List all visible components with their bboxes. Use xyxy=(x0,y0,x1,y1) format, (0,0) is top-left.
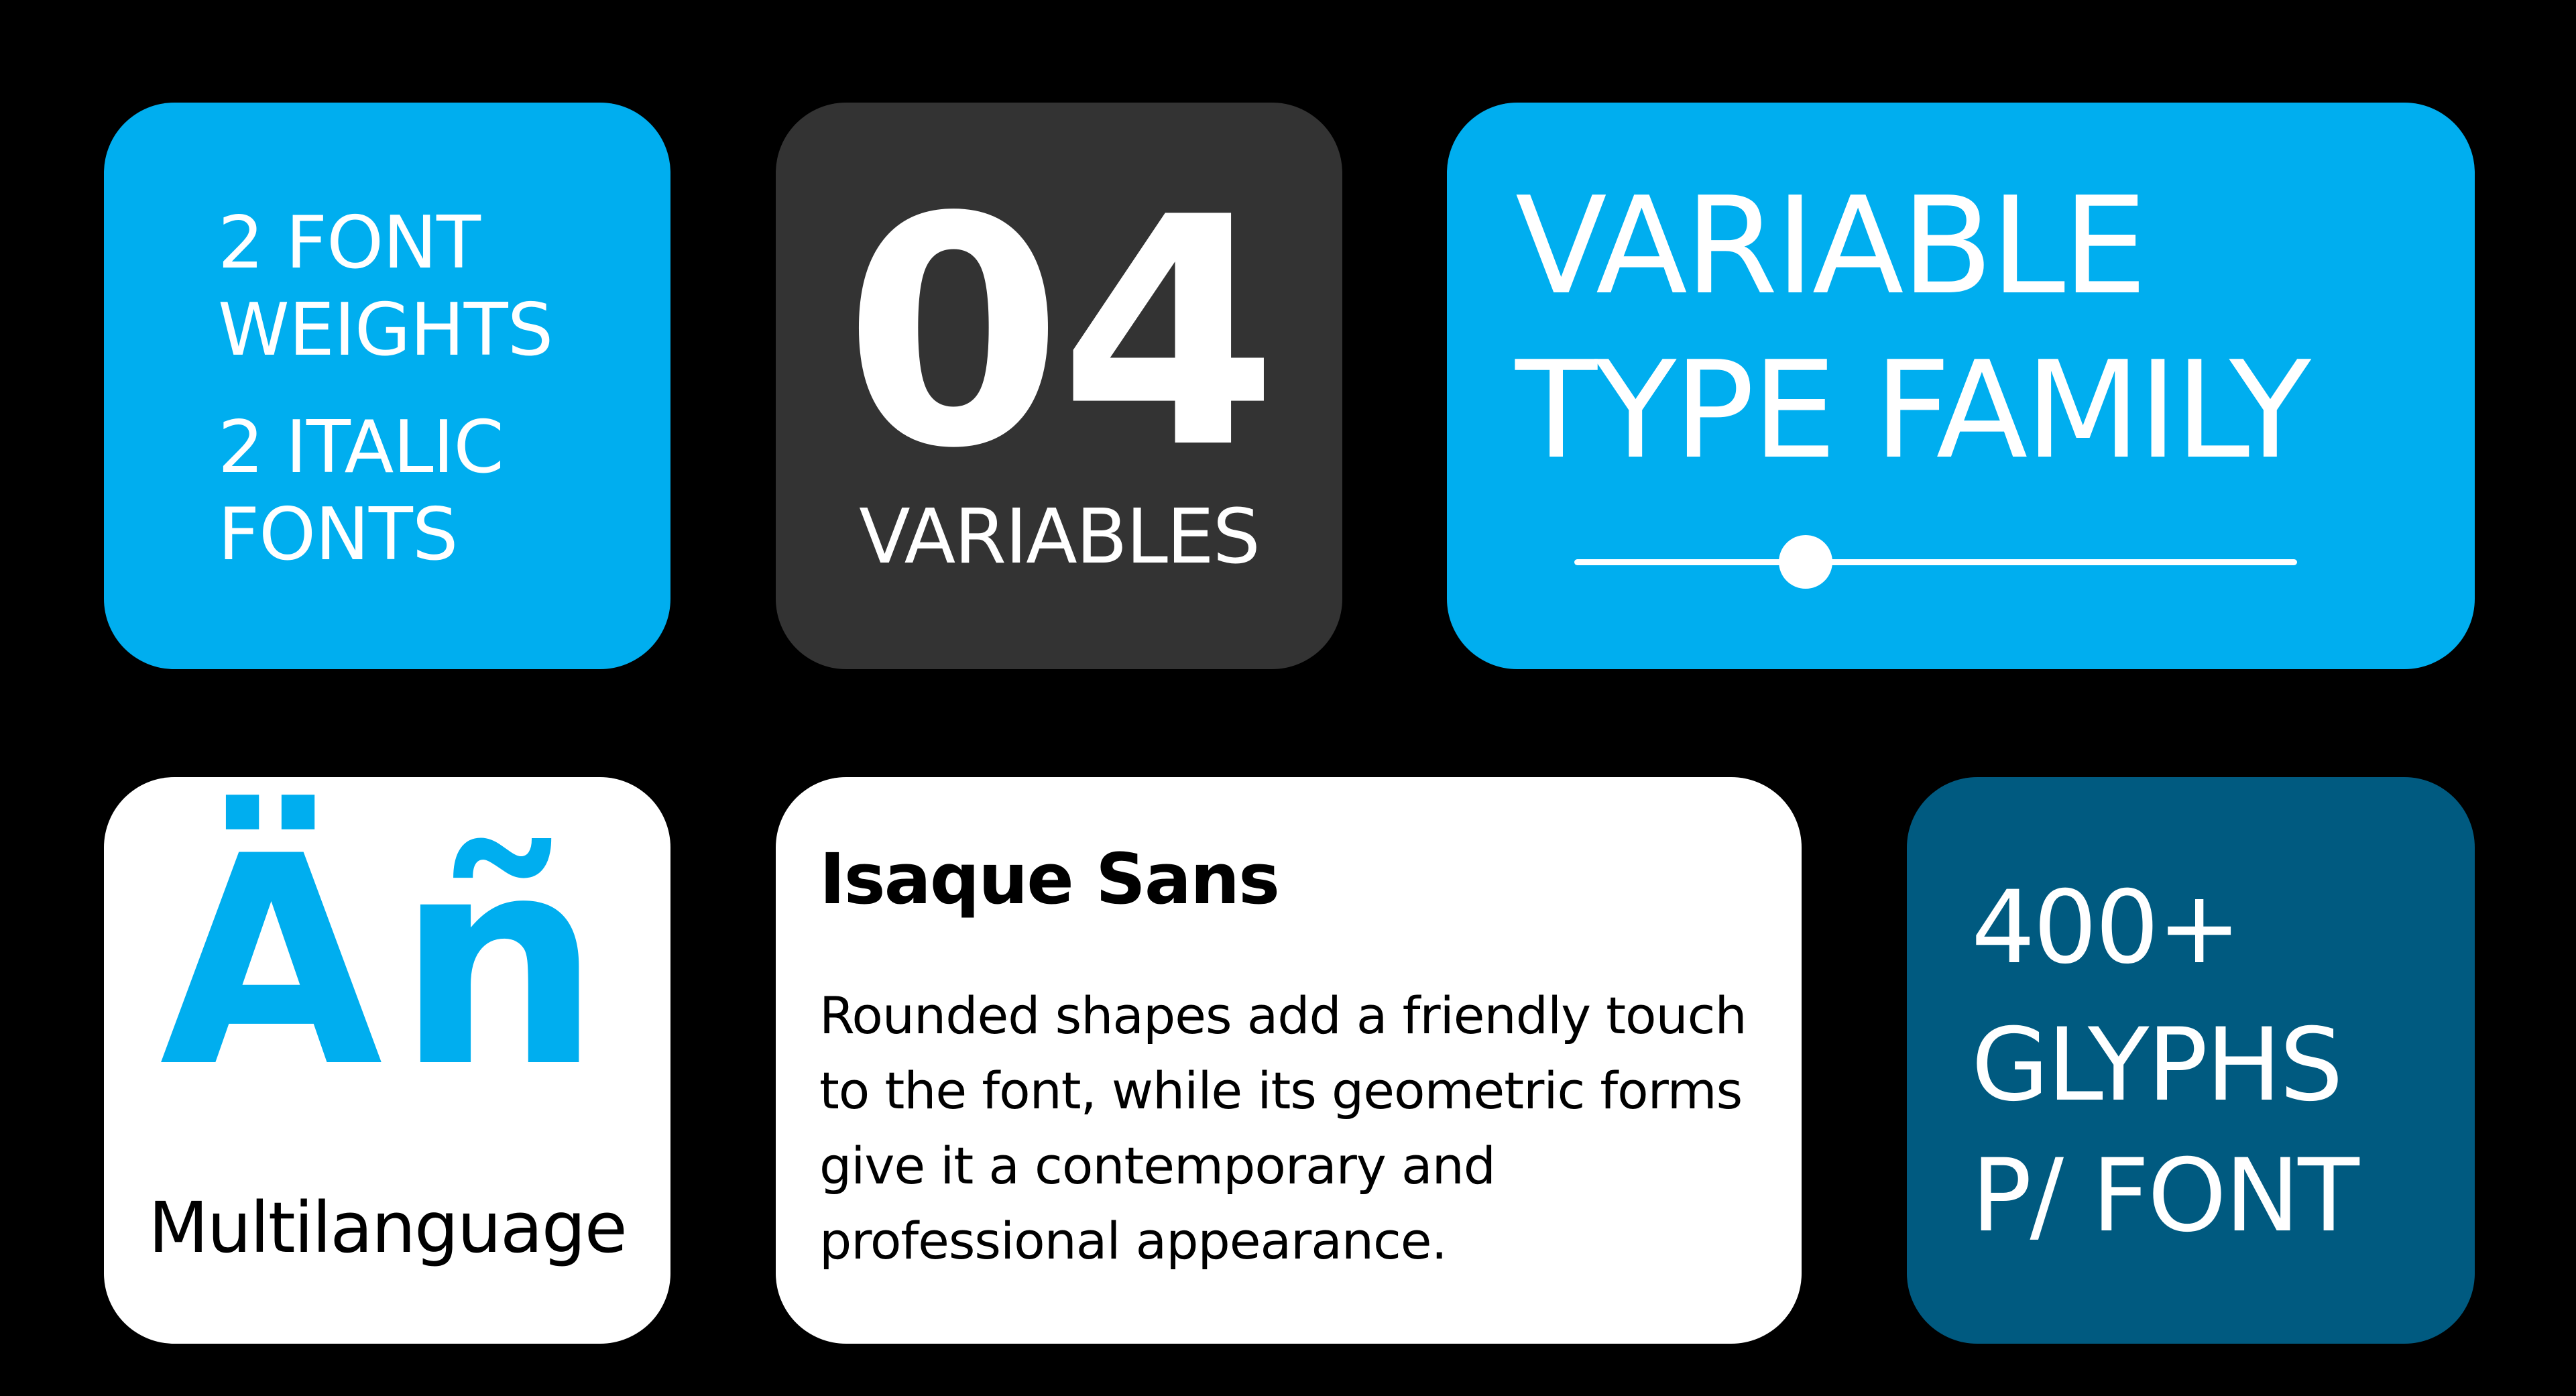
multilanguage-label: Multilanguage xyxy=(148,1187,627,1269)
font-description: Rounded shapes add a friendly touch to t… xyxy=(819,986,1747,1271)
glyph-count-line-3: P/ FONT xyxy=(1971,1138,2359,1255)
family-title-line-2: TYPE FAMILY xyxy=(1515,333,2311,489)
italic-fonts-line-1: 2 ITALIC xyxy=(218,406,504,489)
slider-handle-icon xyxy=(1779,535,1832,589)
variables-card: 04 VARIABLES xyxy=(776,103,1342,669)
glyph-count-line-1: 400+ xyxy=(1971,870,2241,986)
font-weights-line-2: WEIGHTS xyxy=(218,288,553,372)
slider-track xyxy=(1574,559,2297,565)
italic-fonts-line-2: FONTS xyxy=(218,493,458,577)
font-weights-card: 2 FONT WEIGHTS 2 ITALIC FONTS xyxy=(104,103,670,669)
language-glyphs-sample: Äñ xyxy=(160,795,615,1130)
variable-type-family-card: VARIABLE TYPE FAMILY xyxy=(1447,103,2475,669)
font-weights-line-1: 2 FONT xyxy=(218,201,481,285)
family-title-line-1: VARIABLE xyxy=(1515,168,2148,325)
font-name-title: Isaque Sans xyxy=(819,838,1280,920)
variables-count: 04 xyxy=(843,150,1278,517)
description-card: Isaque Sans Rounded shapes add a friendl… xyxy=(776,777,1802,1344)
glyph-count-line-2: GLYPHS xyxy=(1971,1007,2343,1124)
variables-label: VARIABLES xyxy=(859,493,1261,581)
glyph-count-card: 400+ GLYPHS P/ FONT xyxy=(1907,777,2475,1344)
multilanguage-card: Äñ Multilanguage xyxy=(104,777,670,1344)
